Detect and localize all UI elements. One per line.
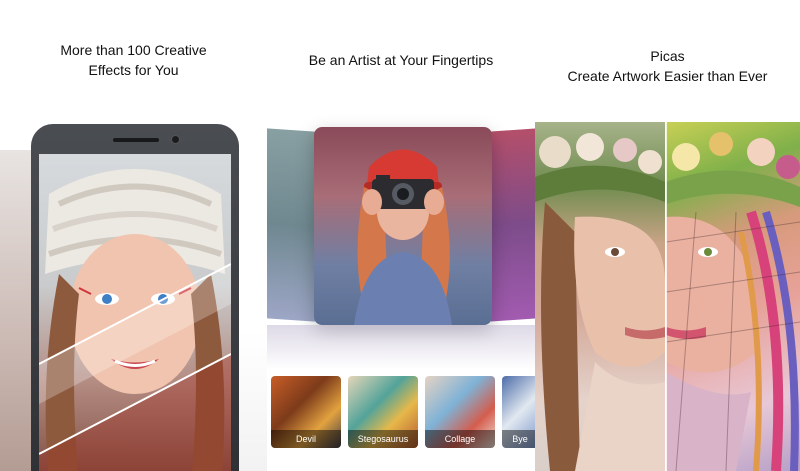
- phone-screen-photo: [39, 154, 231, 471]
- card-reflection: [267, 325, 535, 370]
- carousel-card-previous[interactable]: [267, 128, 315, 322]
- phone-mockup: [31, 124, 239, 471]
- headline-line-2: Create Artwork Easier than Ever: [567, 68, 768, 84]
- headline-line-1: More than 100 Creative: [60, 42, 207, 58]
- phone-speaker: [113, 138, 159, 142]
- carousel-card-current[interactable]: [314, 127, 492, 325]
- effect-filter-strip: Devil Stegosaurus Collage Bye: [267, 376, 535, 452]
- panel-3-headline: Picas Create Artwork Easier than Ever: [535, 46, 800, 86]
- portrait-original: [535, 122, 665, 471]
- photographer-illustration: [354, 149, 452, 325]
- screenshot-panel-effects: More than 100 Creative Effects for You: [0, 0, 267, 471]
- effect-label: Collage: [425, 430, 495, 448]
- portrait-original-illustration: [535, 133, 665, 471]
- phone-camera-icon: [171, 135, 180, 144]
- screenshot-panel-artist: Be an Artist at Your Fingertips Devil St…: [267, 0, 535, 471]
- before-after-divider[interactable]: [665, 122, 667, 471]
- panel-2-headline: Be an Artist at Your Fingertips: [267, 50, 535, 70]
- panel-1-headline: More than 100 Creative Effects for You: [0, 40, 267, 80]
- headline-line-2: Effects for You: [88, 62, 179, 78]
- headline-line-1: Picas: [650, 48, 685, 64]
- carousel-card-next[interactable]: [491, 128, 535, 322]
- portrait-artwork-illustration: [666, 132, 800, 471]
- effect-tile-bye[interactable]: Bye: [502, 376, 535, 448]
- portrait-artwork: [666, 122, 800, 471]
- portrait-illustration: [39, 169, 231, 471]
- screenshot-panel-picas: Picas Create Artwork Easier than Ever: [535, 0, 800, 471]
- headline-line-1: Be an Artist at Your Fingertips: [308, 52, 494, 68]
- effect-label: Devil: [271, 430, 341, 448]
- effect-label: Stegosaurus: [348, 430, 418, 448]
- effect-tile-devil[interactable]: Devil: [271, 376, 341, 448]
- effect-tile-stegosaurus[interactable]: Stegosaurus: [348, 376, 418, 448]
- effect-label: Bye: [502, 430, 535, 448]
- effect-tile-collage[interactable]: Collage: [425, 376, 495, 448]
